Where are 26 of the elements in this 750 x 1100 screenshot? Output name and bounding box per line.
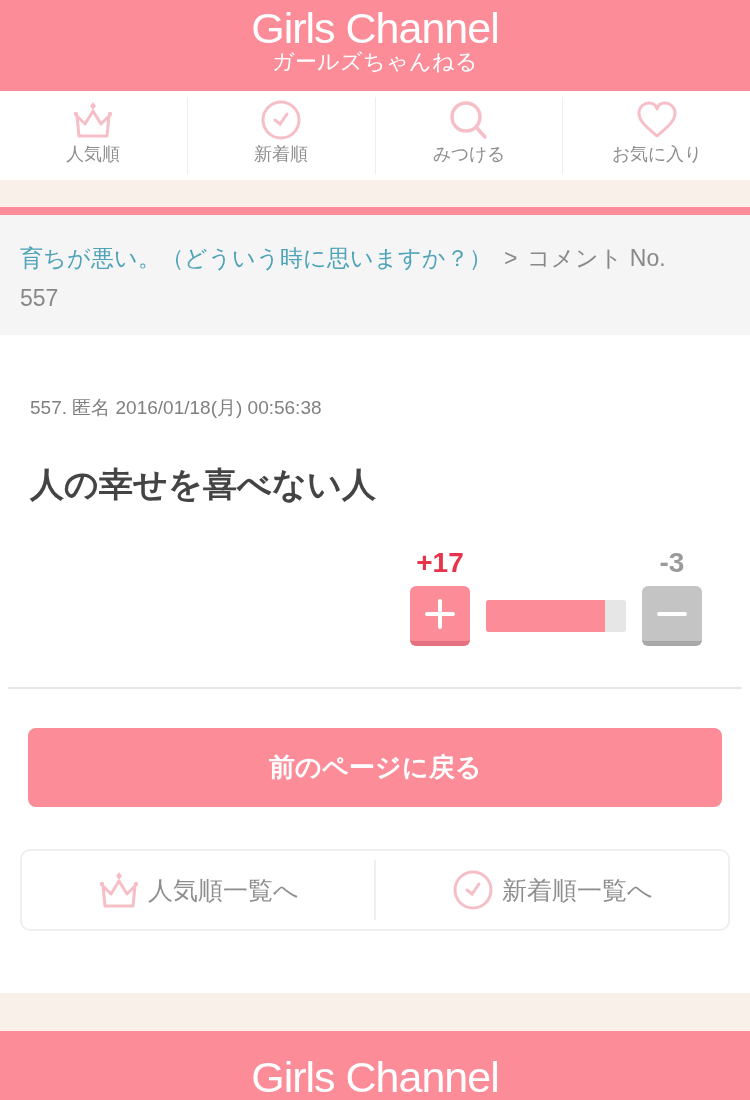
search-icon (447, 100, 490, 140)
nav-link[interactable]: 新着順 (187, 97, 376, 174)
plus-icon (425, 598, 455, 629)
site-logo[interactable]: Girls Channel (251, 0, 499, 50)
site-subtitle: ガールズちゃんねる (272, 50, 478, 74)
breadcrumb-link[interactable]: 育ちが悪い。（どういう時に思いますか？） (20, 245, 492, 271)
crown-icon (72, 100, 115, 140)
breadcrumb-text: 育ちが悪い。（どういう時に思いますか？） > コメント No. 557 (20, 244, 667, 313)
back-button[interactable]: 前のページに戻る (28, 728, 722, 807)
heart-icon (635, 100, 678, 140)
plus-count: +17 (416, 547, 464, 579)
list-link[interactable]: 人気順一覧へ (22, 860, 376, 920)
list-link[interactable]: 新着順一覧へ (376, 860, 728, 920)
clock-icon (260, 100, 303, 140)
nav-link[interactable]: お気に入り (563, 97, 750, 174)
nav-link[interactable]: 人気順 (0, 97, 188, 174)
minus-vote-button[interactable] (642, 586, 702, 646)
comment-meta: 557. 匿名 2016/01/18(月) 00:56:38 (30, 396, 322, 420)
minus-icon (657, 611, 687, 616)
comment-text: 人の幸せを喜べない人 (30, 464, 376, 505)
nav-link[interactable]: みつける (375, 97, 564, 174)
plus-vote-button[interactable] (410, 586, 470, 646)
clock-icon (451, 870, 494, 910)
footer-logo[interactable]: Girls Channel (251, 1031, 499, 1099)
minus-count: -3 (659, 547, 685, 579)
crown-icon (97, 870, 140, 910)
